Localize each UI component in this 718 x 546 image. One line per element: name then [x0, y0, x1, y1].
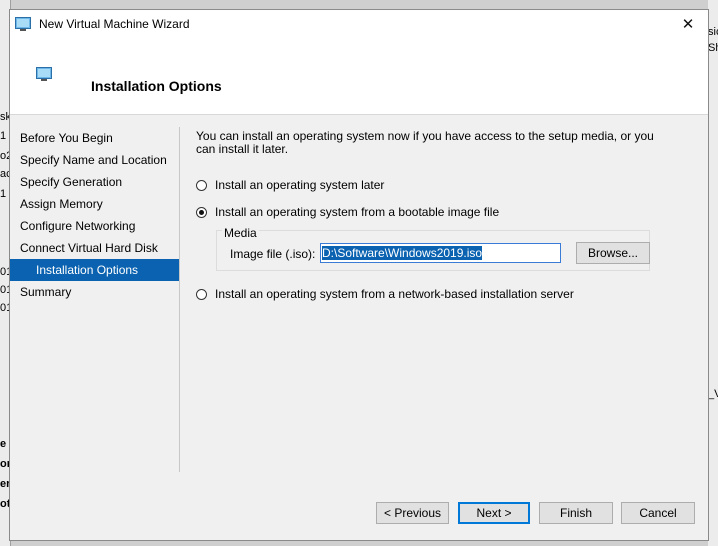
wizard-steps-nav: Before You Begin Specify Name and Locati…: [10, 127, 180, 303]
bg-fragment: Sh: [708, 42, 718, 54]
browse-button[interactable]: Browse...: [576, 242, 650, 264]
nav-item-assign-memory[interactable]: Assign Memory: [10, 193, 180, 215]
nav-item-specify-name-and-location[interactable]: Specify Name and Location: [10, 149, 180, 171]
bg-fragment: sic: [708, 26, 718, 38]
close-icon[interactable]: ✕: [674, 12, 702, 38]
radio-install-from-network[interactable]: [196, 288, 207, 300]
wizard-window: New Virtual Machine Wizard ✕ Installatio…: [9, 9, 709, 541]
image-file-label: Image file (.iso):: [230, 247, 316, 261]
page-header: Installation Options: [10, 40, 708, 115]
cancel-button[interactable]: Cancel: [621, 502, 695, 524]
option-install-from-image-label: Install an operating system from a boota…: [215, 205, 500, 219]
content-panel: You can install an operating system now …: [196, 129, 696, 301]
bg-fragment: _V: [708, 388, 718, 400]
bg-fragment: 1: [0, 130, 7, 142]
bg-fragment: e: [0, 438, 7, 450]
image-file-value: D:\Software\Windows2019.iso: [322, 246, 483, 260]
image-file-input[interactable]: D:\Software\Windows2019.iso: [320, 243, 561, 263]
nav-item-before-you-begin[interactable]: Before You Begin: [10, 127, 180, 149]
nav-item-connect-virtual-hard-disk[interactable]: Connect Virtual Hard Disk: [10, 237, 180, 259]
next-button[interactable]: Next >: [458, 502, 530, 524]
radio-install-later[interactable]: [196, 179, 207, 191]
finish-button[interactable]: Finish: [539, 502, 613, 524]
intro-text: You can install an operating system now …: [196, 129, 654, 156]
option-install-later[interactable]: Install an operating system later: [196, 178, 384, 192]
nav-item-specify-generation[interactable]: Specify Generation: [10, 171, 180, 193]
virtual-machine-icon: [36, 67, 52, 81]
option-install-from-network[interactable]: Install an operating system from a netwo…: [196, 287, 574, 301]
nav-item-installation-options[interactable]: Installation Options: [10, 259, 180, 281]
window-title: New Virtual Machine Wizard: [39, 17, 190, 31]
virtual-machine-icon: [15, 17, 31, 31]
title-bar[interactable]: New Virtual Machine Wizard ✕: [10, 10, 708, 40]
page-title: Installation Options: [91, 78, 222, 94]
nav-item-summary[interactable]: Summary: [10, 281, 180, 303]
option-install-later-label: Install an operating system later: [215, 178, 385, 192]
nav-divider: [179, 127, 180, 472]
option-install-from-image[interactable]: Install an operating system from a boota…: [196, 205, 499, 219]
media-group-label: Media: [222, 226, 259, 240]
previous-button[interactable]: < Previous: [376, 502, 449, 524]
background-window-right: sic Sh _V: [708, 0, 718, 546]
nav-item-configure-networking[interactable]: Configure Networking: [10, 215, 180, 237]
bg-fragment: 1: [0, 188, 7, 200]
radio-install-from-image[interactable]: [196, 206, 207, 218]
option-install-from-network-label: Install an operating system from a netwo…: [215, 287, 574, 301]
